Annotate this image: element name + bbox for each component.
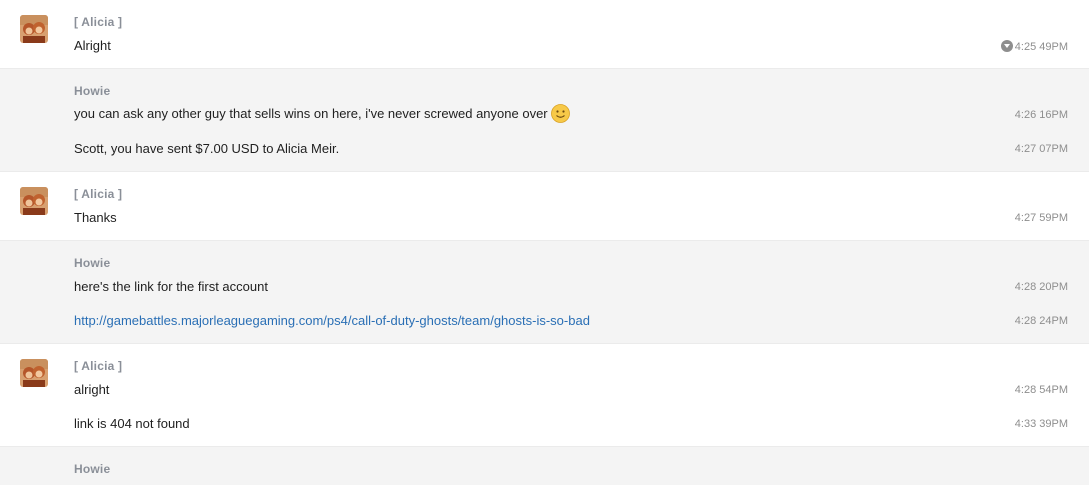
message-link[interactable]: http://gamebattles.majorleaguegaming.com… (74, 313, 590, 328)
message-text: Alright (74, 38, 111, 53)
message-group: [ Alicia ] alright 4:28 54PM link is 404… (0, 344, 1089, 447)
message-text: Thanks (74, 210, 117, 225)
timestamp: 4:28 20PM (1014, 281, 1068, 293)
sender-name: [ Alicia ] (74, 359, 123, 373)
sender-name: Howie (74, 84, 111, 98)
chevron-down-circle-icon[interactable] (1000, 40, 1013, 52)
sender-name: [ Alicia ] (74, 15, 123, 29)
message-group: [ Alicia ] Thanks 4:27 59PM (0, 172, 1089, 241)
avatar[interactable] (20, 359, 48, 387)
message-group: Howie you can ask any other guy that sel… (0, 69, 1089, 172)
message-text: here's the link for the first account (74, 279, 268, 294)
smiley-emoji-icon (550, 104, 570, 123)
timestamp: 4:28 54PM (1014, 384, 1068, 396)
message-text: you can ask any other guy that sells win… (74, 104, 570, 123)
timestamp: 4:33 39PM (1014, 418, 1068, 430)
message-group: [ Alicia ] Alright 4:25 49PM (0, 0, 1089, 69)
timestamp: 4:27 59PM (1014, 212, 1068, 224)
sender-name: [ Alicia ] (74, 187, 123, 201)
sender-name: Howie (74, 462, 111, 476)
timestamp: 4:28 24PM (1014, 315, 1068, 327)
message-text: link is 404 not found (74, 416, 190, 431)
timestamp: 4:26 16PM (1014, 109, 1068, 121)
timestamp: 4:27 07PM (1014, 143, 1068, 155)
message-text: Scott, you have sent $7.00 USD to Alicia… (74, 141, 340, 156)
chat-transcript: [ Alicia ] Alright 4:25 49PM Howie you c… (0, 0, 1089, 485)
message-text: alright (74, 382, 110, 397)
sender-name: Howie (74, 256, 111, 270)
avatar[interactable] (20, 187, 48, 215)
message-group: Howie (0, 447, 1089, 485)
message-group: Howie here's the link for the first acco… (0, 241, 1089, 344)
avatar[interactable] (20, 15, 48, 43)
timestamp[interactable]: 4:25 49PM (1000, 40, 1068, 53)
